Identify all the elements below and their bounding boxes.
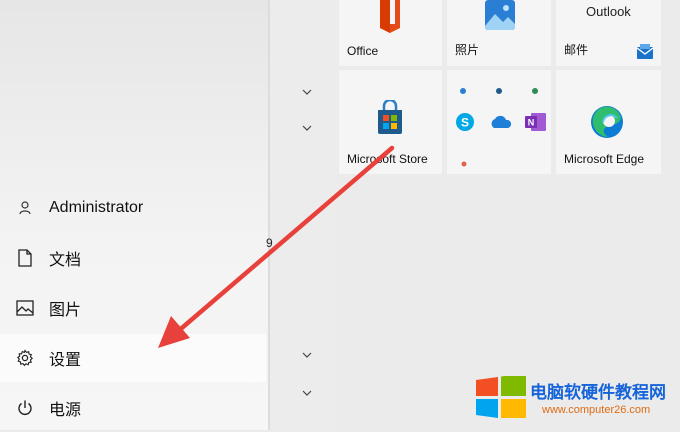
watermark-url: www.computer26.com xyxy=(542,404,651,416)
windows-logo-icon xyxy=(476,373,526,423)
watermark-title: 电脑软硬件教程网 xyxy=(530,383,666,402)
watermark: 电脑软硬件教程网 www.computer26.com xyxy=(472,372,680,428)
annotation-arrow xyxy=(158,145,395,348)
